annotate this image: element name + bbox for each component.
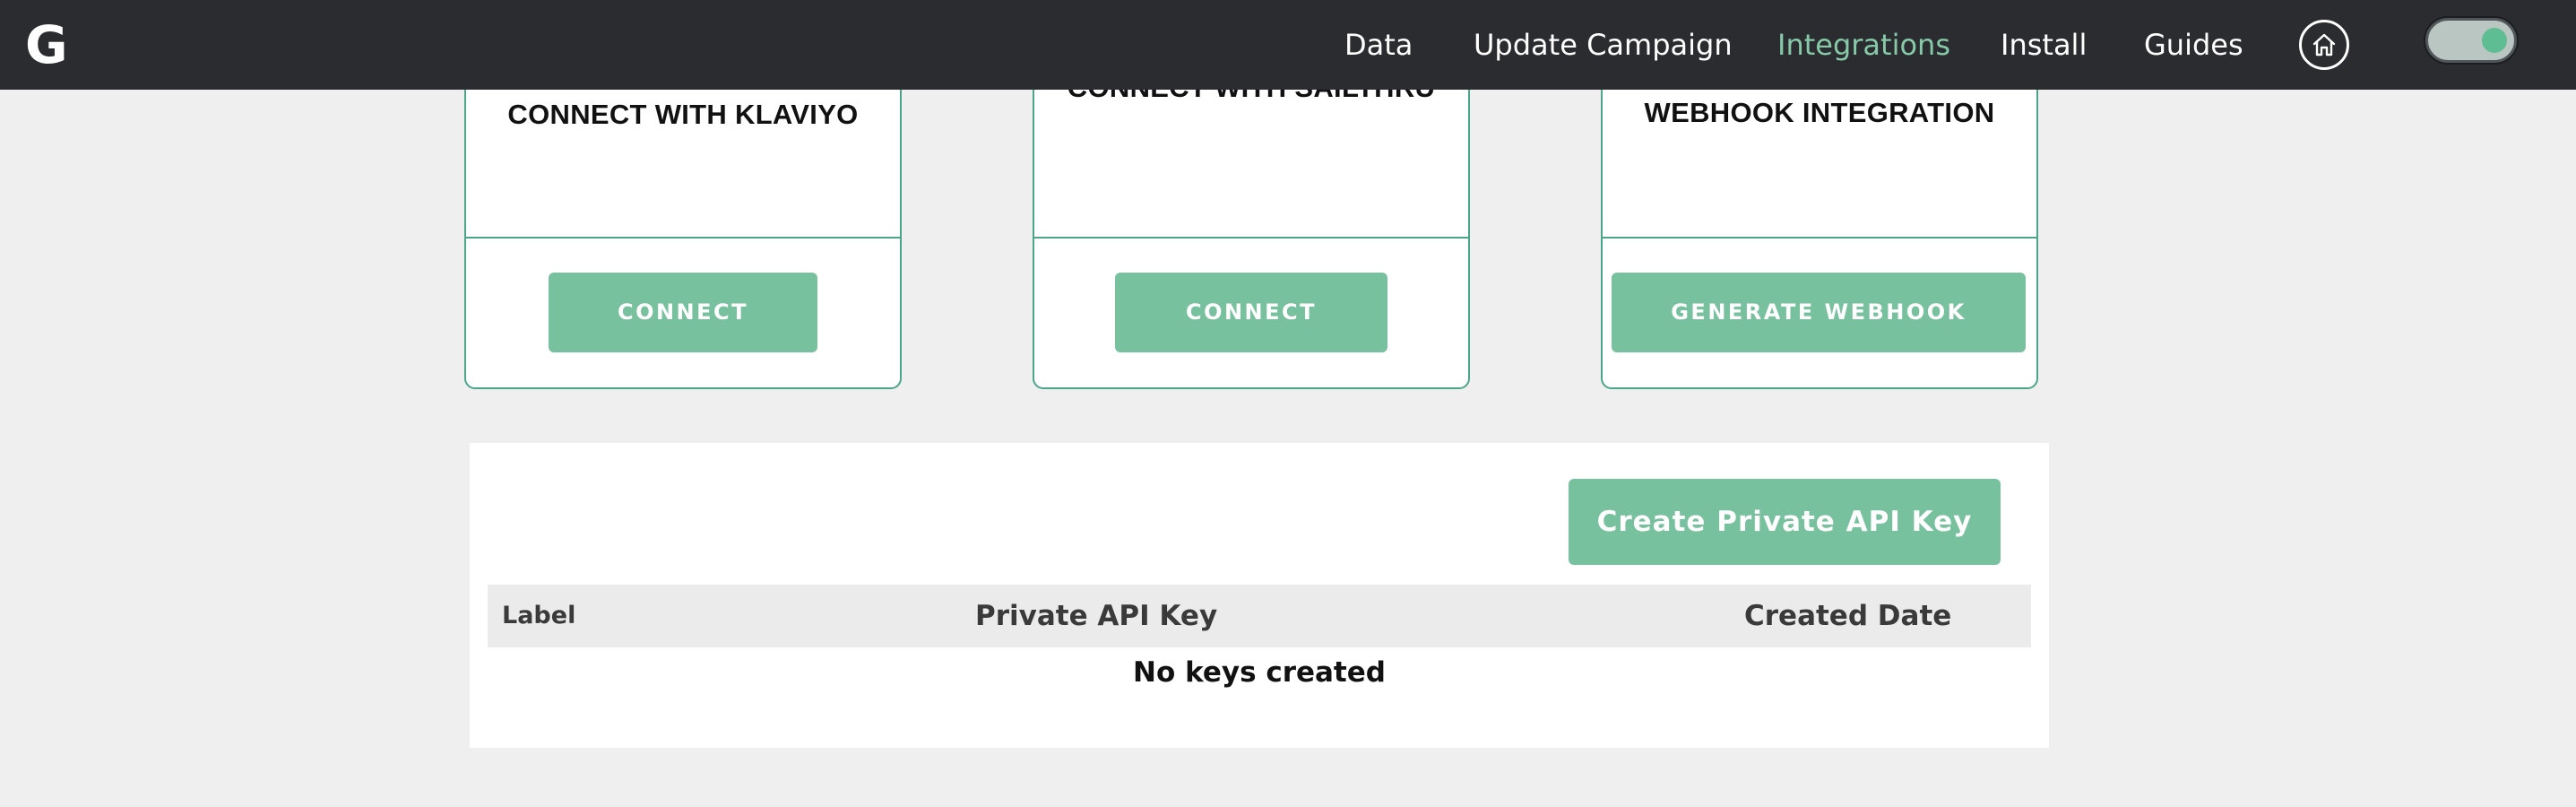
nav-item-update-campaign[interactable]: Update Campaign — [1474, 25, 1733, 65]
logo[interactable]: G — [25, 16, 68, 74]
api-keys-panel: Create Private API Key Label Private API… — [470, 443, 2049, 748]
theme-toggle[interactable] — [2425, 18, 2517, 63]
column-header-private-api-key: Private API Key — [975, 600, 1218, 632]
home-icon — [2312, 33, 2336, 56]
home-button[interactable] — [2299, 20, 2349, 70]
nav-item-integrations[interactable]: Integrations — [1777, 25, 1950, 65]
column-header-label: Label — [502, 602, 576, 629]
nav-item-data[interactable]: Data — [1344, 25, 1413, 65]
empty-table-message: No keys created — [1133, 656, 1386, 689]
nav-item-install[interactable]: Install — [2001, 25, 2087, 65]
keys-table-header: Label Private API Key Created Date — [488, 585, 2031, 647]
app-root: CONNECT WITH KLAVIYO CONNECT CONNECT WIT… — [0, 0, 2576, 807]
connect-sailthru-button[interactable]: CONNECT — [1115, 273, 1387, 352]
connect-klaviyo-button[interactable]: CONNECT — [549, 273, 817, 352]
column-header-created-date: Created Date — [1744, 600, 1952, 632]
top-navbar: G Data Update Campaign Integrations Inst… — [0, 0, 2576, 90]
card-title: WEBHOOK INTEGRATION — [1644, 97, 1995, 128]
card-title: CONNECT WITH KLAVIYO — [507, 99, 859, 130]
create-private-api-key-button[interactable]: Create Private API Key — [1569, 479, 2001, 565]
toggle-knob — [2482, 28, 2507, 53]
nav-item-guides[interactable]: Guides — [2144, 25, 2243, 65]
generate-webhook-button[interactable]: GENERATE WEBHOOK — [1612, 273, 2026, 352]
